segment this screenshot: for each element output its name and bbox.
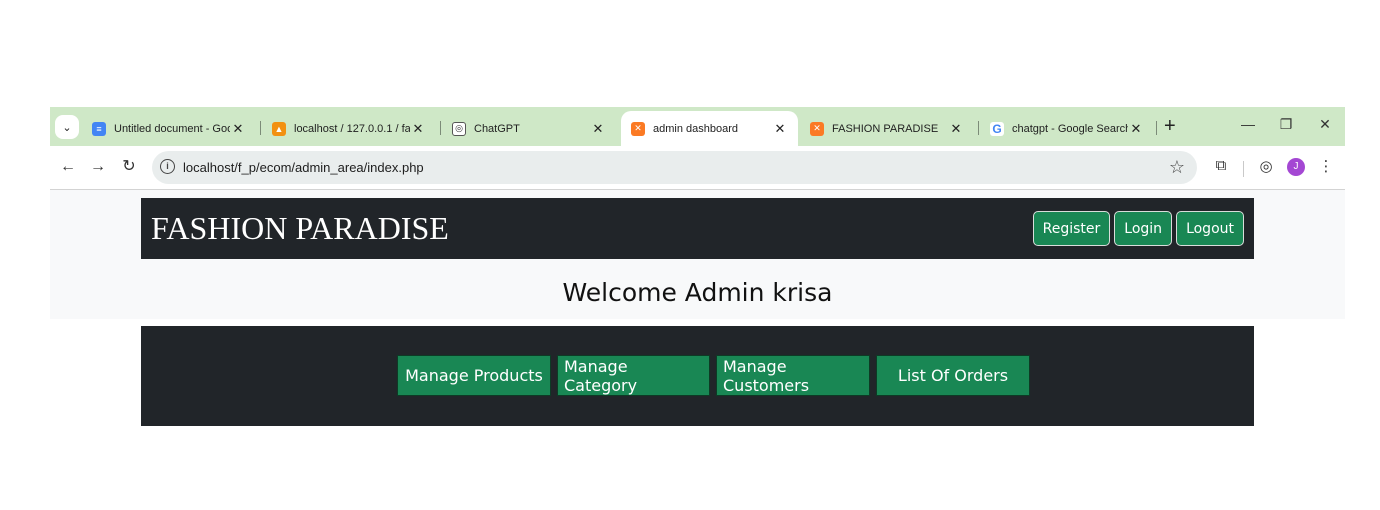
tab-title: chatgpt - Google Search [1012,122,1128,135]
manage-buttons-row: Manage Products Manage Category Manage C… [397,355,1030,396]
profile-avatar[interactable]: J [1287,158,1305,176]
tab-separator [260,121,261,135]
admin-actions-panel: Manage Products Manage Category Manage C… [141,326,1254,426]
tab-separator [440,121,441,135]
extensions-puzzle-icon[interactable]: ⧉ [1211,157,1231,174]
menu-kebab-icon[interactable]: ⋮ [1316,157,1336,175]
tab-search-button[interactable]: ⌄ [55,115,79,139]
tab-untitled-document[interactable]: ≡ Untitled document - Goog ✕ [82,111,256,146]
minimize-icon[interactable]: — [1238,116,1258,132]
tab-strip: ⌄ ≡ Untitled document - Goog ✕ ▲ localho… [50,107,1345,146]
tab-separator [978,121,979,135]
site-info-icon[interactable]: i [160,159,175,174]
tab-title: Untitled document - Goog [114,122,230,135]
site-navbar: FASHION PARADISE Register Login Logout [141,198,1254,259]
list-of-orders-button[interactable]: List Of Orders [876,355,1030,396]
address-bar[interactable]: i localhost/f_p/ecom/admin_area/index.ph… [152,151,1197,184]
manage-products-button[interactable]: Manage Products [397,355,551,396]
manage-customers-button[interactable]: Manage Customers [716,355,870,396]
auth-buttons: Register Login Logout [1032,211,1244,246]
login-button[interactable]: Login [1114,211,1173,246]
phpmyadmin-icon: ▲ [272,121,286,136]
welcome-heading: Welcome Admin krisa [562,278,833,307]
reload-icon[interactable]: ↻ [119,158,139,176]
google-docs-icon: ≡ [92,121,106,136]
tab-google-search[interactable]: G chatgpt - Google Search ✕ [980,111,1154,146]
close-tab-icon[interactable]: ✕ [1128,121,1144,137]
manage-category-button[interactable]: Manage Category [557,355,710,396]
close-tab-icon[interactable]: ✕ [590,121,606,137]
close-tab-icon[interactable]: ✕ [230,121,246,137]
tab-chatgpt[interactable]: ◎ ChatGPT ✕ [442,111,616,146]
url-text[interactable]: localhost/f_p/ecom/admin_area/index.php [183,160,424,175]
tab-admin-dashboard[interactable]: ✕ admin dashboard ✕ [621,111,798,146]
forward-arrow-icon[interactable]: → [88,158,108,176]
toolbar-divider [1243,161,1244,177]
tab-title: ChatGPT [474,122,520,135]
bookmark-star-icon[interactable]: ☆ [1169,157,1185,178]
close-window-icon[interactable]: ✕ [1315,116,1335,133]
google-icon: G [990,121,1004,136]
logout-button[interactable]: Logout [1176,211,1244,246]
tab-fashion-paradise[interactable]: ✕ FASHION PARADISE ✕ [800,111,974,146]
close-tab-icon[interactable]: ✕ [410,121,426,137]
chatgpt-icon: ◎ [452,121,466,136]
close-tab-icon[interactable]: ✕ [948,121,964,137]
back-arrow-icon[interactable]: ← [58,158,78,176]
tab-title: FASHION PARADISE [832,122,939,135]
browser-toolbar: ← → ↻ i localhost/f_p/ecom/admin_area/in… [50,146,1345,190]
chatgpt-extension-icon[interactable]: ◎ [1256,157,1276,175]
close-tab-icon[interactable]: ✕ [772,121,788,137]
tab-title: localhost / 127.0.0.1 / fash [294,122,410,135]
register-button[interactable]: Register [1032,211,1111,246]
tab-title: admin dashboard [653,122,739,135]
brand-logo-text[interactable]: FASHION PARADISE [151,210,449,247]
restore-icon[interactable]: ❐ [1276,116,1296,133]
xampp-icon: ✕ [631,121,645,136]
xampp-icon: ✕ [810,121,824,136]
tab-phpmyadmin[interactable]: ▲ localhost / 127.0.0.1 / fash ✕ [262,111,436,146]
new-tab-button[interactable]: + [1164,115,1176,137]
chevron-down-icon: ⌄ [62,121,72,134]
tab-separator [1156,121,1157,135]
